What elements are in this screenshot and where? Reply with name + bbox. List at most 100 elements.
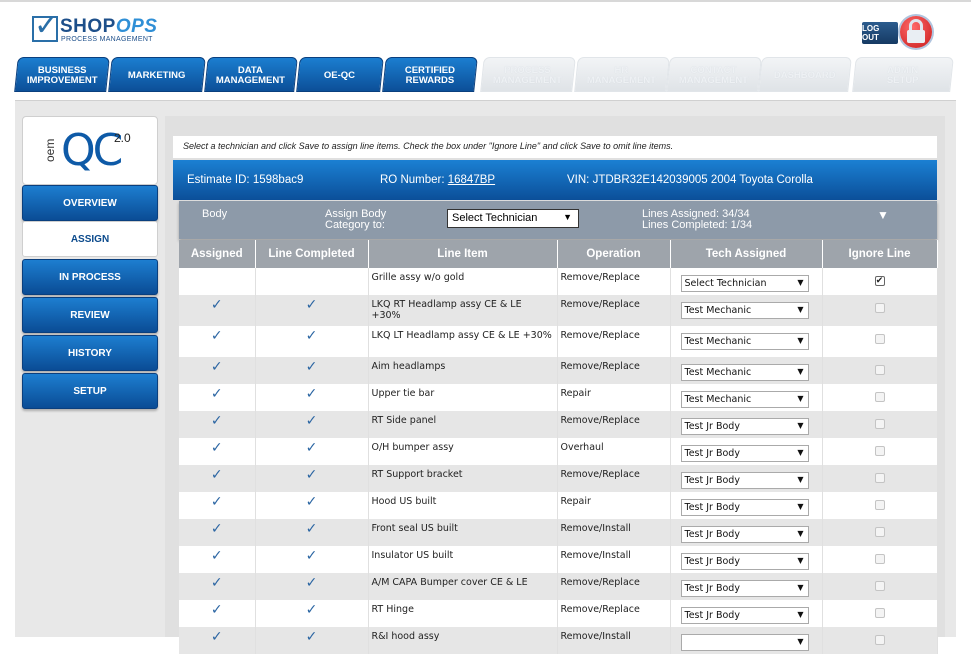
logout-button[interactable]: LOG OUT	[862, 14, 934, 50]
top-nav-tab-label: OE-QC	[324, 69, 356, 81]
column-header: Operation	[557, 240, 671, 268]
table-row: ✓ ✓ Upper tie bar Repair Test Mechanic ▼	[179, 384, 938, 411]
ignore-line-checkbox[interactable]	[874, 581, 885, 591]
table-row: Grille assy w/o gold Remove/Replace Select…	[179, 268, 938, 295]
assigned-check-icon: ✓	[179, 600, 256, 627]
top-nav: BUSINESS IMPROVEMENT MARKETING DATA MANAGE…	[14, 57, 956, 92]
operation: Remove/Install	[557, 627, 671, 654]
logo-checkmark-icon: ✓	[34, 8, 60, 43]
side-nav-overview[interactable]: OVERVIEW	[22, 185, 158, 221]
table-row: ✓ ✓ Aim headlamps Remove/Replace Test Mechan…	[179, 357, 938, 384]
top-nav-tab[interactable]: PROCESS MANAGEMENT	[480, 57, 576, 92]
table-row: ✓ ✓ Front seal US built Remove/Install Test …	[179, 519, 938, 546]
tech-assigned-cell: Test Mechanic ▼	[670, 357, 823, 384]
completed-check-icon: ✓	[255, 492, 369, 519]
ignore-line-checkbox[interactable]	[874, 446, 885, 456]
ignore-line-checkbox[interactable]	[874, 334, 885, 344]
ignore-line-checkbox[interactable]	[874, 392, 885, 402]
completed-check-icon: ✓	[255, 384, 369, 411]
side-nav-review[interactable]: REVIEW	[22, 297, 158, 333]
completed-check-icon: ✓	[255, 438, 369, 465]
ignore-line-cell	[822, 357, 938, 384]
tech-select[interactable]: Test Jr Body ▼	[680, 418, 809, 435]
top-nav-tab[interactable]: CONTACT MANAGEMENT	[666, 57, 762, 92]
side-nav-assign[interactable]: ASSIGN	[22, 221, 158, 257]
tech-select[interactable]: Test Jr Body ▼	[680, 445, 809, 462]
category-technician-select[interactable]: Select Technician ▼	[447, 209, 579, 228]
tech-select[interactable]: Test Mechanic ▼	[680, 391, 809, 408]
completed-check-icon: ✓	[255, 357, 369, 384]
tech-assigned-cell: Test Jr Body ▼	[670, 465, 823, 492]
table-row: ✓ ✓ Hood US built Repair Test Jr Body ▼	[179, 492, 938, 519]
ignore-line-checkbox[interactable]	[874, 554, 885, 564]
top-nav-tab[interactable]: CERTIFIED REWARDS	[382, 57, 478, 92]
assigned-check-icon: ✓	[179, 326, 256, 357]
top-nav-tab[interactable]: OE-QC	[296, 57, 384, 92]
chevron-down-icon: ▼	[797, 502, 804, 511]
tech-select[interactable]: Test Jr Body ▼	[680, 580, 809, 597]
tech-assigned-cell: Test Mechanic ▼	[670, 384, 823, 411]
tech-select[interactable]: Select Technician ▼	[680, 275, 809, 292]
operation: Remove/Install	[557, 519, 671, 546]
top-nav-tab-label: MARKETING	[128, 69, 186, 81]
tech-assigned-cell: Test Jr Body ▼	[670, 438, 823, 465]
ignore-line-cell	[822, 492, 938, 519]
top-nav-tab[interactable]: BUSINESS IMPROVEMENT	[14, 57, 110, 92]
tech-select-value: Test Jr Body	[684, 475, 740, 486]
ignore-line-checkbox[interactable]: ✔	[874, 276, 885, 286]
tech-select[interactable]: Test Mechanic ▼	[680, 302, 809, 319]
line-item: RT Support bracket	[368, 465, 558, 492]
tech-select[interactable]: Test Mechanic ▼	[680, 333, 809, 350]
table-row: ✓ ✓ RT Support bracket Remove/Replace Test J…	[179, 465, 938, 492]
tech-select-value: Test Jr Body	[684, 529, 740, 540]
top-nav-tab[interactable]: MARKETING	[108, 57, 206, 92]
tech-assigned-cell: Test Jr Body ▼	[670, 600, 823, 627]
chevron-down-icon: ▼	[797, 448, 804, 457]
ignore-line-checkbox[interactable]	[874, 473, 885, 483]
ignore-line-checkbox[interactable]	[874, 419, 885, 429]
ignore-line-checkbox[interactable]	[874, 527, 885, 537]
chevron-down-icon: ▼	[797, 278, 804, 287]
side-nav-in-process[interactable]: IN PROCESS	[22, 259, 158, 295]
ignore-line-cell	[822, 465, 938, 492]
ignore-line-checkbox[interactable]	[874, 303, 885, 313]
tech-select-value: Test Mechanic	[684, 336, 752, 347]
assigned-check-icon: ✓	[179, 519, 256, 546]
chevron-down-icon: ▼	[797, 583, 804, 592]
top-nav-tab[interactable]: DASHBOARD	[758, 57, 852, 92]
assigned-check-icon	[179, 268, 256, 295]
table-row: ✓ ✓ R&I hood assy Remove/Install ▼	[179, 627, 938, 654]
tech-select[interactable]: Test Jr Body ▼	[680, 553, 809, 570]
chevron-down-icon: ▼	[797, 394, 804, 403]
chevron-down-icon: ▼	[797, 637, 804, 646]
column-header: Line Completed	[255, 240, 369, 268]
top-nav-tab[interactable]: DATA MANAGEMENT	[204, 57, 298, 92]
ignore-line-checkbox[interactable]	[874, 365, 885, 375]
top-nav-tab[interactable]: HR MANAGEMENT	[574, 57, 670, 92]
chevron-down-icon: ▼	[797, 610, 804, 619]
logout-label: LOG OUT	[862, 22, 898, 44]
ignore-line-cell	[822, 411, 938, 438]
operation: Remove/Replace	[557, 295, 671, 326]
top-nav-tab[interactable]: ADMIN SETUP	[852, 57, 954, 92]
chevron-down-icon: ▼	[797, 336, 804, 345]
ignore-line-checkbox[interactable]	[874, 608, 885, 618]
ignore-line-checkbox[interactable]	[874, 500, 885, 510]
tech-assigned-cell: Test Jr Body ▼	[670, 573, 823, 600]
top-nav-tab-label: HR MANAGEMENT	[587, 64, 657, 86]
assigned-check-icon: ✓	[179, 411, 256, 438]
shopops-logo[interactable]: ✓ SHOPOPS PROCESS MANAGEMENT	[30, 8, 170, 44]
side-nav-setup[interactable]: SETUP	[22, 373, 158, 409]
caret-down-icon[interactable]: ▼	[877, 208, 889, 222]
tech-select[interactable]: Test Jr Body ▼	[680, 472, 809, 489]
operation: Remove/Replace	[557, 465, 671, 492]
tech-assigned-cell: ▼	[670, 627, 823, 654]
ignore-line-cell	[822, 546, 938, 573]
side-nav-history[interactable]: HISTORY	[22, 335, 158, 371]
ro-number-link[interactable]: 16847BP	[448, 174, 495, 186]
qc-version: 2.0	[114, 131, 131, 145]
tech-select[interactable]: Test Jr Body ▼	[680, 526, 809, 543]
tech-select[interactable]: Test Mechanic ▼	[680, 364, 809, 381]
tech-select[interactable]: Test Jr Body ▼	[680, 607, 809, 624]
tech-select[interactable]: Test Jr Body ▼	[680, 499, 809, 516]
